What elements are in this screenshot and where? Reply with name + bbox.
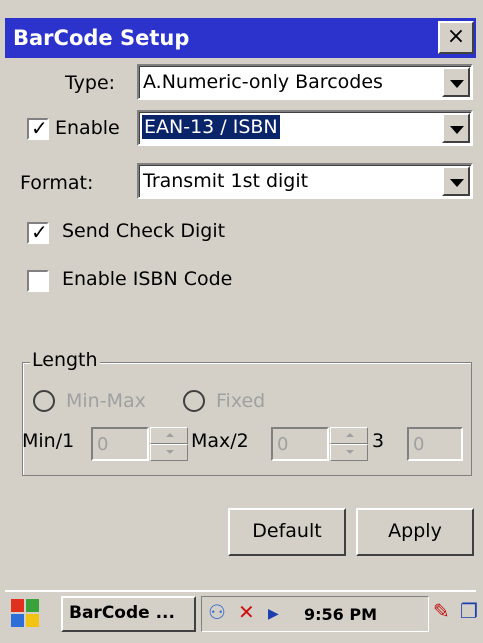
spin-down-icon[interactable] bbox=[150, 444, 188, 461]
chevron-down-icon[interactable] bbox=[442, 113, 470, 143]
max-field[interactable]: 0 bbox=[271, 427, 329, 461]
window-switch-icon[interactable]: ❐ bbox=[460, 599, 478, 623]
send-check-digit-checkbox[interactable]: ✓ bbox=[27, 220, 49, 244]
no-signal-icon[interactable]: ✕ bbox=[238, 600, 255, 624]
third-field[interactable]: 0 bbox=[407, 427, 463, 461]
window-title: BarCode Setup bbox=[13, 26, 190, 50]
spin-up-icon[interactable] bbox=[330, 427, 368, 444]
chevron-down-icon[interactable] bbox=[442, 166, 470, 196]
checkmark-icon: ✓ bbox=[31, 220, 48, 244]
third-label: 3 bbox=[372, 430, 385, 452]
type-label: Type: bbox=[65, 72, 116, 94]
taskbar-task-button[interactable]: BarCode ... bbox=[61, 596, 196, 632]
system-tray: ⚇ ✕ ▶ 9:56 PM bbox=[201, 596, 429, 632]
third-value: 0 bbox=[413, 434, 425, 455]
title-bar: BarCode Setup × bbox=[5, 18, 476, 58]
device-screen: BarCode Setup × Type: A.Numeric-only Bar… bbox=[0, 0, 483, 643]
length-groupbox bbox=[22, 362, 472, 476]
close-button[interactable]: × bbox=[438, 21, 474, 54]
default-button[interactable]: Default bbox=[228, 508, 346, 556]
min-value: 0 bbox=[97, 434, 109, 455]
send-check-digit-label: Send Check Digit bbox=[62, 220, 226, 242]
network-icon[interactable]: ⚇ bbox=[208, 600, 226, 624]
type-select[interactable]: A.Numeric-only Barcodes bbox=[137, 64, 473, 100]
length-group-label: Length bbox=[30, 349, 100, 371]
format-select[interactable]: Transmit 1st digit bbox=[137, 163, 473, 199]
checkmark-icon: ✓ bbox=[31, 116, 48, 140]
clock[interactable]: 9:56 PM bbox=[304, 605, 377, 624]
symbology-select[interactable]: EAN-13 / ISBN bbox=[137, 110, 473, 146]
min-max-label: Min-Max bbox=[66, 390, 146, 412]
symbology-select-value: EAN-13 / ISBN bbox=[142, 115, 280, 139]
format-label: Format: bbox=[20, 172, 94, 194]
min-field[interactable]: 0 bbox=[91, 427, 149, 461]
min-label: Min/1 bbox=[22, 430, 75, 452]
taskbar: BarCode ... ⚇ ✕ ▶ 9:56 PM ✎ ❐ bbox=[5, 590, 478, 635]
enable-checkbox[interactable]: ✓ bbox=[27, 116, 49, 140]
type-select-value: A.Numeric-only Barcodes bbox=[143, 71, 383, 93]
input-panel-icon[interactable]: ✎ bbox=[433, 599, 450, 623]
close-icon: × bbox=[446, 24, 466, 49]
apply-button[interactable]: Apply bbox=[356, 508, 474, 556]
format-select-value: Transmit 1st digit bbox=[143, 170, 309, 192]
enable-isbn-label: Enable ISBN Code bbox=[62, 268, 233, 290]
max-label: Max/2 bbox=[191, 430, 249, 452]
enable-label: Enable bbox=[55, 117, 120, 139]
min-max-radio[interactable] bbox=[33, 390, 55, 412]
start-windows-icon[interactable] bbox=[11, 599, 41, 629]
max-spinner[interactable] bbox=[330, 427, 368, 461]
min-spinner[interactable] bbox=[150, 427, 188, 461]
chevron-down-icon[interactable] bbox=[442, 67, 470, 97]
enable-isbn-checkbox[interactable] bbox=[27, 270, 49, 292]
max-value: 0 bbox=[277, 434, 289, 455]
fixed-radio[interactable] bbox=[183, 390, 205, 412]
spin-up-icon[interactable] bbox=[150, 427, 188, 444]
spin-down-icon[interactable] bbox=[330, 444, 368, 461]
arrow-icon: ▶ bbox=[268, 606, 279, 622]
fixed-label: Fixed bbox=[216, 390, 266, 412]
